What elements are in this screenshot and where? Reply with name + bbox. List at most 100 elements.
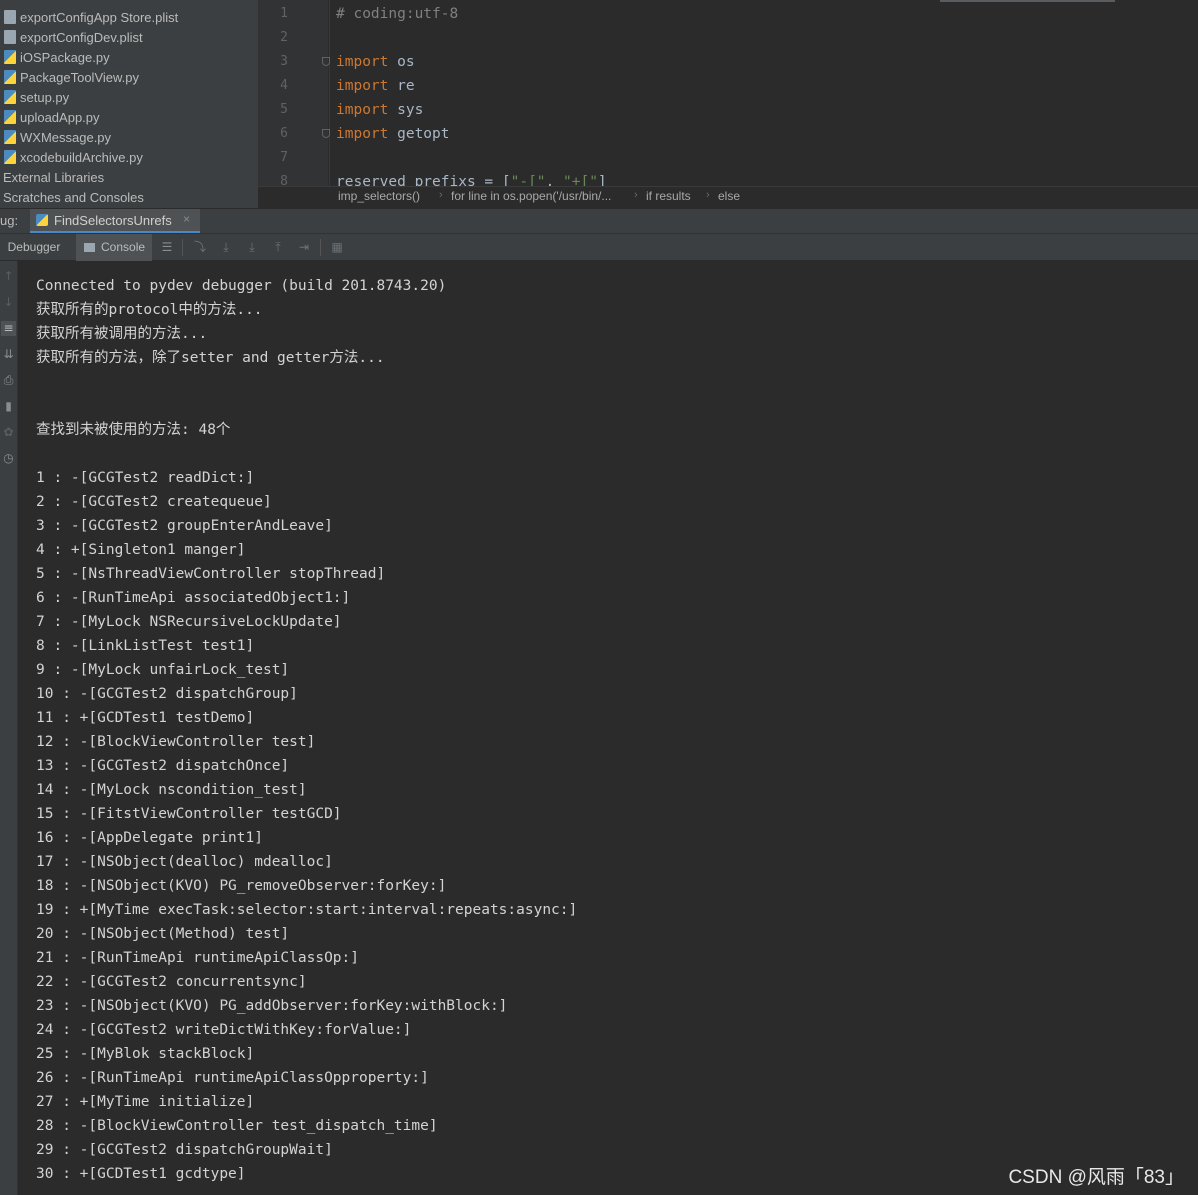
console-line: 1 : -[GCGTest2 readDict:] [36, 470, 255, 486]
step-over-icon[interactable]: ⤓ [219, 240, 233, 254]
tab-debugger[interactable]: Debugger [0, 234, 68, 261]
console-line: 5 : -[NsThreadViewController stopThread] [36, 566, 386, 582]
code-token: getopt [388, 126, 450, 142]
line-number: 8 [280, 174, 288, 186]
debug-toolbar: Debugger Console ☰ ⤵ ⤓ ⤓ ⤒ ⇥ ▦ [0, 233, 1198, 261]
console-line: 19 : +[MyTime execTask:selector:start:in… [36, 902, 578, 918]
console-line: 8 : -[LinkListTest test1] [36, 638, 255, 654]
console-line: 24 : -[GCGTest2 writeDictWithKey:forValu… [36, 1022, 412, 1038]
breadcrumb: imp_selectors() › for line in os.popen('/u… [258, 186, 1198, 207]
tree-item[interactable]: iOSPackage.py [4, 48, 110, 68]
soft-wrap-icon[interactable]: ≡ [1, 321, 16, 336]
code-editor[interactable]: 1 2 3 4 5 6 7 8 # coding:utf-8 import os import re… [258, 0, 1198, 186]
tree-item[interactable]: WXMessage.py [4, 128, 111, 148]
console-line: 25 : -[MyBlok stackBlock] [36, 1046, 255, 1062]
evaluate-expression-icon[interactable]: ▦ [330, 240, 344, 254]
tree-item[interactable]: exportConfigDev.plist [4, 28, 143, 48]
line-number: 4 [280, 78, 288, 93]
console-line: 27 : +[MyTime initialize] [36, 1094, 255, 1110]
tree-item-scratches[interactable]: Scratches and Consoles [3, 188, 144, 208]
step-out-icon[interactable]: ⤒ [271, 240, 285, 254]
code-token: sys [388, 102, 424, 118]
python-console-icon[interactable]: ✿ [1, 425, 16, 440]
tree-item-label: uploadApp.py [20, 110, 100, 125]
tree-item-external-libraries[interactable]: External Libraries [3, 168, 104, 188]
run-config-label: FindSelectorsUnrefs [54, 213, 172, 228]
close-icon[interactable]: × [183, 212, 190, 226]
console-line: 获取所有被调用的方法... [36, 326, 208, 342]
code-line: import os [336, 50, 415, 74]
console-line: 22 : -[GCGTest2 concurrentsync] [36, 974, 307, 990]
breadcrumb-item[interactable]: if results [646, 189, 691, 203]
line-number: 5 [280, 102, 288, 117]
console-line: 15 : -[FitstViewController testGCD] [36, 806, 342, 822]
console-line: 获取所有的protocol中的方法... [36, 302, 263, 318]
code-token: import [336, 78, 389, 94]
menu-icon[interactable]: ☰ [160, 240, 174, 254]
show-execution-point-icon[interactable]: ⤵ [193, 240, 207, 254]
tree-item[interactable]: exportConfigApp Store.plist [4, 8, 178, 28]
fold-marker-icon[interactable] [322, 57, 330, 66]
breadcrumb-item[interactable]: else [718, 189, 740, 203]
code-token: import [336, 126, 389, 142]
console-line: 11 : +[GCDTest1 testDemo] [36, 710, 255, 726]
console-line: Connected to pydev debugger (build 201.8… [36, 278, 447, 294]
code-token: "+[" [563, 174, 598, 186]
code-line: import re [336, 74, 415, 98]
tree-item-label: PackageToolView.py [20, 70, 140, 85]
code-token: re [388, 78, 415, 94]
project-tree: exportConfigApp Store.plist exportConfigD… [0, 0, 258, 208]
breadcrumb-item[interactable]: imp_selectors() [338, 189, 420, 203]
tree-item[interactable]: uploadApp.py [4, 108, 100, 128]
code-line: import sys [336, 98, 423, 122]
console-line: 10 : -[GCGTest2 dispatchGroup] [36, 686, 298, 702]
python-file-icon [4, 150, 16, 164]
code-token: , [545, 174, 563, 186]
chevron-right-icon: › [439, 189, 443, 201]
code-line: import getopt [336, 122, 450, 146]
tree-item[interactable]: setup.py [4, 88, 69, 108]
step-into-icon[interactable]: ⤓ [245, 240, 259, 254]
run-to-cursor-icon[interactable]: ⇥ [297, 240, 311, 254]
tree-item-label: xcodebuildArchive.py [20, 150, 143, 165]
chevron-right-icon: › [706, 189, 710, 201]
console-output[interactable]: Connected to pydev debugger (build 201.8… [18, 261, 1198, 1195]
fold-marker-icon[interactable] [322, 129, 330, 138]
tree-item[interactable]: PackageToolView.py [4, 68, 139, 88]
python-icon [36, 214, 48, 226]
editor-scroll-indicator[interactable] [940, 0, 1115, 2]
code-line: reserved_prefixs = ["-[", "+["] [336, 170, 607, 186]
line-number: 3 [280, 54, 288, 69]
console-line: 30 : +[GCDTest1 gcdtype] [36, 1166, 246, 1182]
up-arrow-icon[interactable]: ↑ [1, 269, 16, 284]
scroll-to-end-icon[interactable]: ⇊ [1, 347, 16, 362]
console-line: 26 : -[RunTimeApi runtimeApiClassOpprope… [36, 1070, 429, 1086]
console-line: 7 : -[MyLock NSRecursiveLockUpdate] [36, 614, 342, 630]
tab-console[interactable]: Console [76, 234, 152, 261]
console-line: 18 : -[NSObject(KVO) PG_removeObserver:f… [36, 878, 447, 894]
console-line: 3 : -[GCGTest2 groupEnterAndLeave] [36, 518, 333, 534]
console-line: 16 : -[AppDelegate print1] [36, 830, 263, 846]
console-line: 17 : -[NSObject(dealloc) mdealloc] [36, 854, 333, 870]
tree-item-label: WXMessage.py [20, 130, 112, 145]
history-icon[interactable]: ◷ [1, 451, 16, 466]
tree-item-label: iOSPackage.py [20, 50, 110, 65]
tree-item-label: exportConfigDev.plist [20, 30, 143, 45]
breadcrumb-item[interactable]: for line in os.popen('/usr/bin/... [451, 189, 611, 203]
console-line: 28 : -[BlockViewController test_dispatch… [36, 1118, 438, 1134]
down-arrow-icon[interactable]: ↓ [1, 295, 16, 310]
tree-item-label: exportConfigApp Store.plist [20, 10, 179, 25]
line-number: 2 [280, 30, 288, 45]
line-number: 1 [280, 6, 288, 21]
console-line: 9 : -[MyLock unfairLock_test] [36, 662, 290, 678]
print-icon[interactable]: ⎙ [1, 373, 16, 388]
console-side-toolbar: ↑ ↓ ≡ ⇊ ⎙ ▮ ✿ ◷ [0, 261, 18, 1195]
tab-run-config[interactable]: FindSelectorsUnrefs × [30, 209, 200, 233]
code-token: import [336, 54, 389, 70]
tree-item[interactable]: xcodebuildArchive.py [4, 148, 143, 168]
trash-icon[interactable]: ▮ [1, 399, 16, 414]
debug-tab-bar: ug: FindSelectorsUnrefs × [0, 208, 1198, 233]
code-token: ] [597, 174, 607, 186]
python-file-icon [4, 50, 16, 64]
code-token: import [336, 102, 389, 118]
